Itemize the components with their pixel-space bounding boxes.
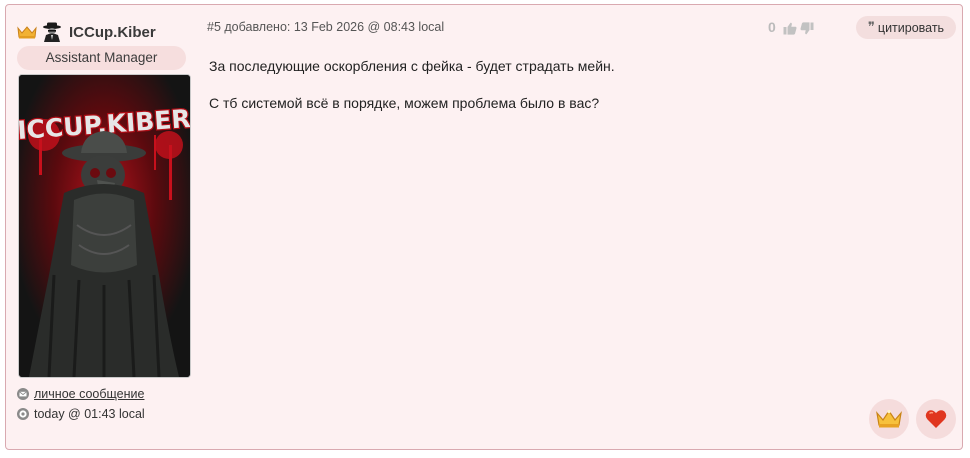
thumbs-down-icon[interactable] [800,22,814,35]
author-line: ICCup.Kiber [17,21,156,43]
heart-reaction-button[interactable] [916,399,956,439]
role-badge: Assistant Manager [17,46,186,70]
private-message-link[interactable]: личное сообщение [34,387,144,401]
post-meta[interactable]: #5 добавлено: 13 Feb 2026 @ 08:43 local [207,20,444,34]
thumbs-up-icon[interactable] [783,22,797,35]
quote-button-label: цитировать [877,20,945,35]
quote-button[interactable]: ❞ цитировать [856,16,956,39]
spy-agent-icon [43,22,61,42]
private-message-row: личное сообщение [17,387,144,401]
envelope-icon [17,388,29,400]
forum-post: ICCup.Kiber Assistant Manager ICCUP.KIBE… [5,4,963,450]
last-seen-row: today @ 01:43 local [17,407,145,421]
last-seen-text: today @ 01:43 local [34,407,145,421]
crown-icon [17,26,37,39]
author-name[interactable]: ICCup.Kiber [69,24,156,41]
crown-reaction-button[interactable] [869,399,909,439]
crown-icon [876,409,902,428]
post-paragraph: С тб системой всё в порядке, можем пробл… [209,95,600,111]
heart-icon [925,410,947,428]
quote-icon: ❞ [867,20,875,35]
clock-icon [17,408,29,420]
vote-count: 0 [768,19,776,35]
avatar-plague-doctor-artwork: ICCUP.KIBER [19,75,190,377]
post-paragraph: За последующие оскорбления с фейка - буд… [209,58,615,74]
avatar[interactable]: ICCUP.KIBER [18,74,191,378]
post-body: За последующие оскорбления с фейка - буд… [209,57,909,131]
